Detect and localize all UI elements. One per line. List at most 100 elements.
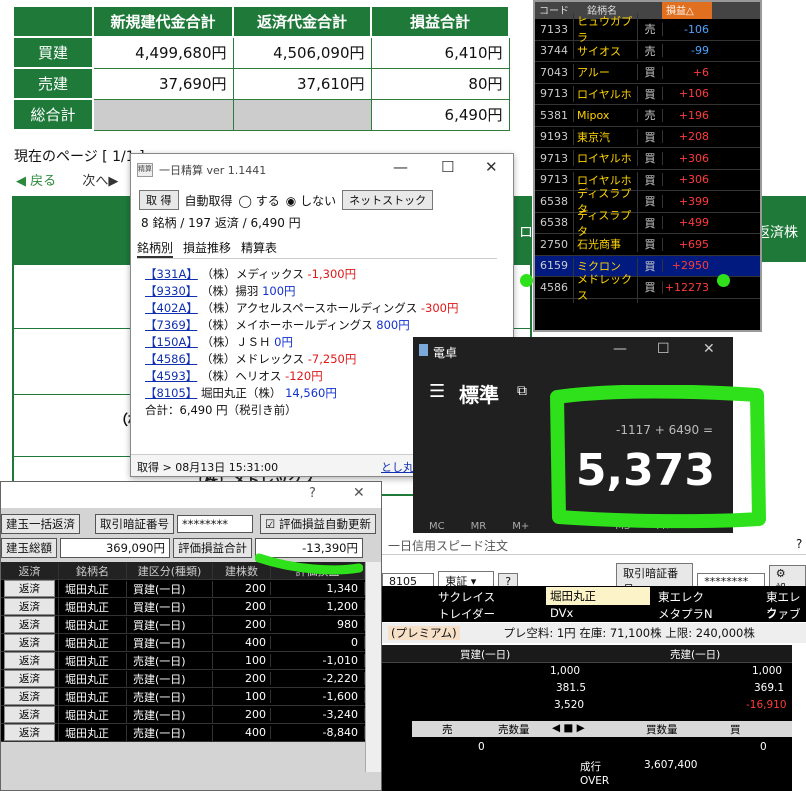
ranking-row[interactable]: 2750 石光商事買 +695 (535, 234, 760, 256)
netstock-button[interactable]: ネットストック (342, 190, 434, 210)
ranking-row[interactable]: 7043 アルー買 +6 (535, 62, 760, 84)
ranking-row[interactable]: 9713 ロイヤルホ買 +306 (535, 170, 760, 191)
ranking-row[interactable]: 6538 ディスラプタ買 +499 (535, 206, 760, 239)
buy-qty: 1,000 (550, 665, 581, 677)
repay-button[interactable]: 返済 (4, 580, 55, 597)
stock-code-link[interactable]: 【402A】 (145, 301, 198, 315)
pos-qty: 200 (213, 618, 271, 631)
tab-by-stock[interactable]: 銘柄別 (137, 239, 174, 258)
calculator-app-icon (419, 344, 428, 356)
title-bar: 精算 一日精算 ver 1.1441 (131, 154, 513, 186)
calc-minimize-icon[interactable]: — (613, 341, 627, 357)
keep-on-top-icon[interactable]: ⧉ (517, 383, 527, 399)
hamburger-menu-icon[interactable]: ☰ (429, 381, 445, 402)
position-row: 返済 堀田丸正 売建(一日) 400 -8,840 (1, 723, 365, 742)
ranking-row[interactable]: 5381 Mipox 売 +196 (535, 105, 760, 127)
minimize-icon[interactable]: — (393, 158, 408, 176)
repay-button[interactable]: 返済 (4, 724, 55, 741)
bulk-repay-button[interactable]: 建玉一括返済 (1, 514, 80, 534)
pos-eval: 1,200 (271, 600, 365, 613)
author-link[interactable]: とし丸 (381, 459, 414, 475)
pos-help-icon[interactable]: ? (309, 486, 316, 501)
watch-5[interactable]: トレイダー (438, 606, 495, 622)
auto-update-checkbox[interactable]: ☑ 評価損益自動更新 (260, 514, 376, 534)
ranking-row[interactable]: 7133 ヒュウガプラ売 -106 (535, 13, 760, 46)
bg-side-label: ロ (519, 225, 533, 241)
page-nav: ◀ 戻る 次へ▶ (16, 170, 118, 189)
stock-code-link[interactable]: 【7369】 (145, 318, 197, 332)
row-pl: +106 (662, 87, 712, 101)
pos-kind: 売建(一日) (127, 652, 213, 669)
maximize-icon[interactable]: ☐ (441, 158, 454, 176)
ranking-row[interactable]: 9713 ロイヤルホ買 +106 (535, 84, 760, 105)
ranking-row[interactable]: 3744 サイオス売 -99 (535, 41, 760, 62)
close-icon[interactable]: ✕ (485, 158, 498, 176)
repay-button[interactable]: 返済 (4, 598, 55, 615)
market-order-qty: 3,607,400 (644, 759, 698, 771)
row-pl: -99 (662, 44, 712, 58)
row-name: メドレックス (573, 271, 638, 304)
repay-button[interactable]: 返済 (4, 634, 55, 651)
watch-6[interactable]: DVx (550, 606, 573, 620)
repay-button[interactable]: 返済 (4, 706, 55, 723)
row-name: ロイヤルホ (573, 85, 638, 102)
stock-code-link[interactable]: 【331A】 (145, 267, 198, 281)
tab-settlement[interactable]: 精算表 (241, 239, 277, 258)
row-name: 石光商事 (573, 236, 638, 253)
buy-pl: 3,520 (554, 699, 585, 711)
stock-code-link[interactable]: 【150A】 (145, 335, 198, 349)
stock-pl: 800円 (376, 318, 410, 332)
stock-pl: -300円 (420, 301, 459, 315)
stock-code-link[interactable]: 【8105】 (145, 386, 197, 400)
ranking-row[interactable]: 6538 ディスラプタ買 +399 (535, 185, 760, 218)
get-button[interactable]: 取 得 (139, 190, 179, 210)
positions-scrollbar[interactable] (365, 562, 381, 772)
row-code: 4586 (540, 280, 568, 294)
radio-yes[interactable]: ◯ する (239, 192, 280, 209)
pos-close-icon[interactable]: ✕ (353, 485, 365, 501)
stock-code-link[interactable]: 【9330】 (145, 284, 197, 298)
stock-code-link[interactable]: 【4593】 (145, 369, 197, 383)
positions-window: ? ✕ 建玉一括返済 取引暗証番号 ******** ☑ 評価損益自動更新 建玉… (0, 481, 382, 791)
stock-pl-list: 【331A】 （株）メディックス -1,300円 【9330】 （株）揚羽 100… (145, 266, 459, 419)
watch-2[interactable]: 堀田丸正 (546, 587, 650, 605)
repay-button[interactable]: 返済 (4, 652, 55, 669)
mr-button[interactable]: MR (471, 521, 487, 532)
row-pl: +12273 (662, 280, 712, 294)
pos-qty: 200 (213, 672, 271, 685)
tab-pl-trend[interactable]: 損益推移 (183, 239, 231, 258)
stock-code-link[interactable]: 【4586】 (145, 352, 197, 366)
next-link[interactable]: 次へ▶ (82, 174, 118, 189)
header-repay-total: 返済代金合計 (232, 5, 372, 38)
calc-maximize-icon[interactable]: ☐ (657, 341, 670, 357)
radio-no[interactable]: ◉ しない (286, 192, 336, 209)
ranking-rows: 7133 ヒュウガプラ売 -106 3744 サイオス売 -99 7043 アルー買 +6 971… (535, 13, 760, 304)
board-arrows[interactable]: ◀ ■ ▶ (552, 722, 585, 734)
back-link[interactable]: ◀ 戻る (16, 174, 56, 189)
pin-input[interactable]: ******** (177, 515, 253, 533)
row-name: サイオス (573, 42, 638, 59)
pos-stock: 堀田丸正 (59, 670, 127, 687)
repay-button[interactable]: 返済 (4, 688, 55, 705)
watch-1[interactable]: サクレイス (438, 589, 495, 605)
ranking-row[interactable]: 9193 東京汽買 +208 (535, 127, 760, 148)
repay-button[interactable]: 返済 (4, 670, 55, 687)
sell-pl: -16,910 (746, 699, 787, 711)
speed-help-icon[interactable]: ? (796, 537, 802, 551)
stock-info: プレ空料: 1円 在庫: 71,100株 上限: 240,000株 (503, 626, 755, 640)
repay-button[interactable]: 返済 (4, 616, 55, 633)
col-side (638, 2, 662, 19)
pos-eval: -2,220 (271, 672, 365, 685)
mplus-button[interactable]: M+ (512, 521, 529, 532)
watch-7[interactable]: メタプラN (658, 606, 713, 622)
board-col-ask: 売 (442, 724, 453, 736)
total-label: 建玉総額 (1, 538, 57, 558)
calc-close-icon[interactable]: ✕ (703, 341, 715, 357)
total-new-blank (92, 98, 234, 131)
market-order-label[interactable]: 成行 (580, 759, 601, 774)
stock-pl: -120円 (285, 369, 323, 383)
ranking-row[interactable]: 9713 ロイヤルホ買 +306 (535, 148, 760, 170)
watch-3[interactable]: 東エレク (658, 589, 704, 605)
col-pl[interactable]: 損益△ (662, 2, 712, 19)
mc-button[interactable]: MC (429, 521, 445, 532)
